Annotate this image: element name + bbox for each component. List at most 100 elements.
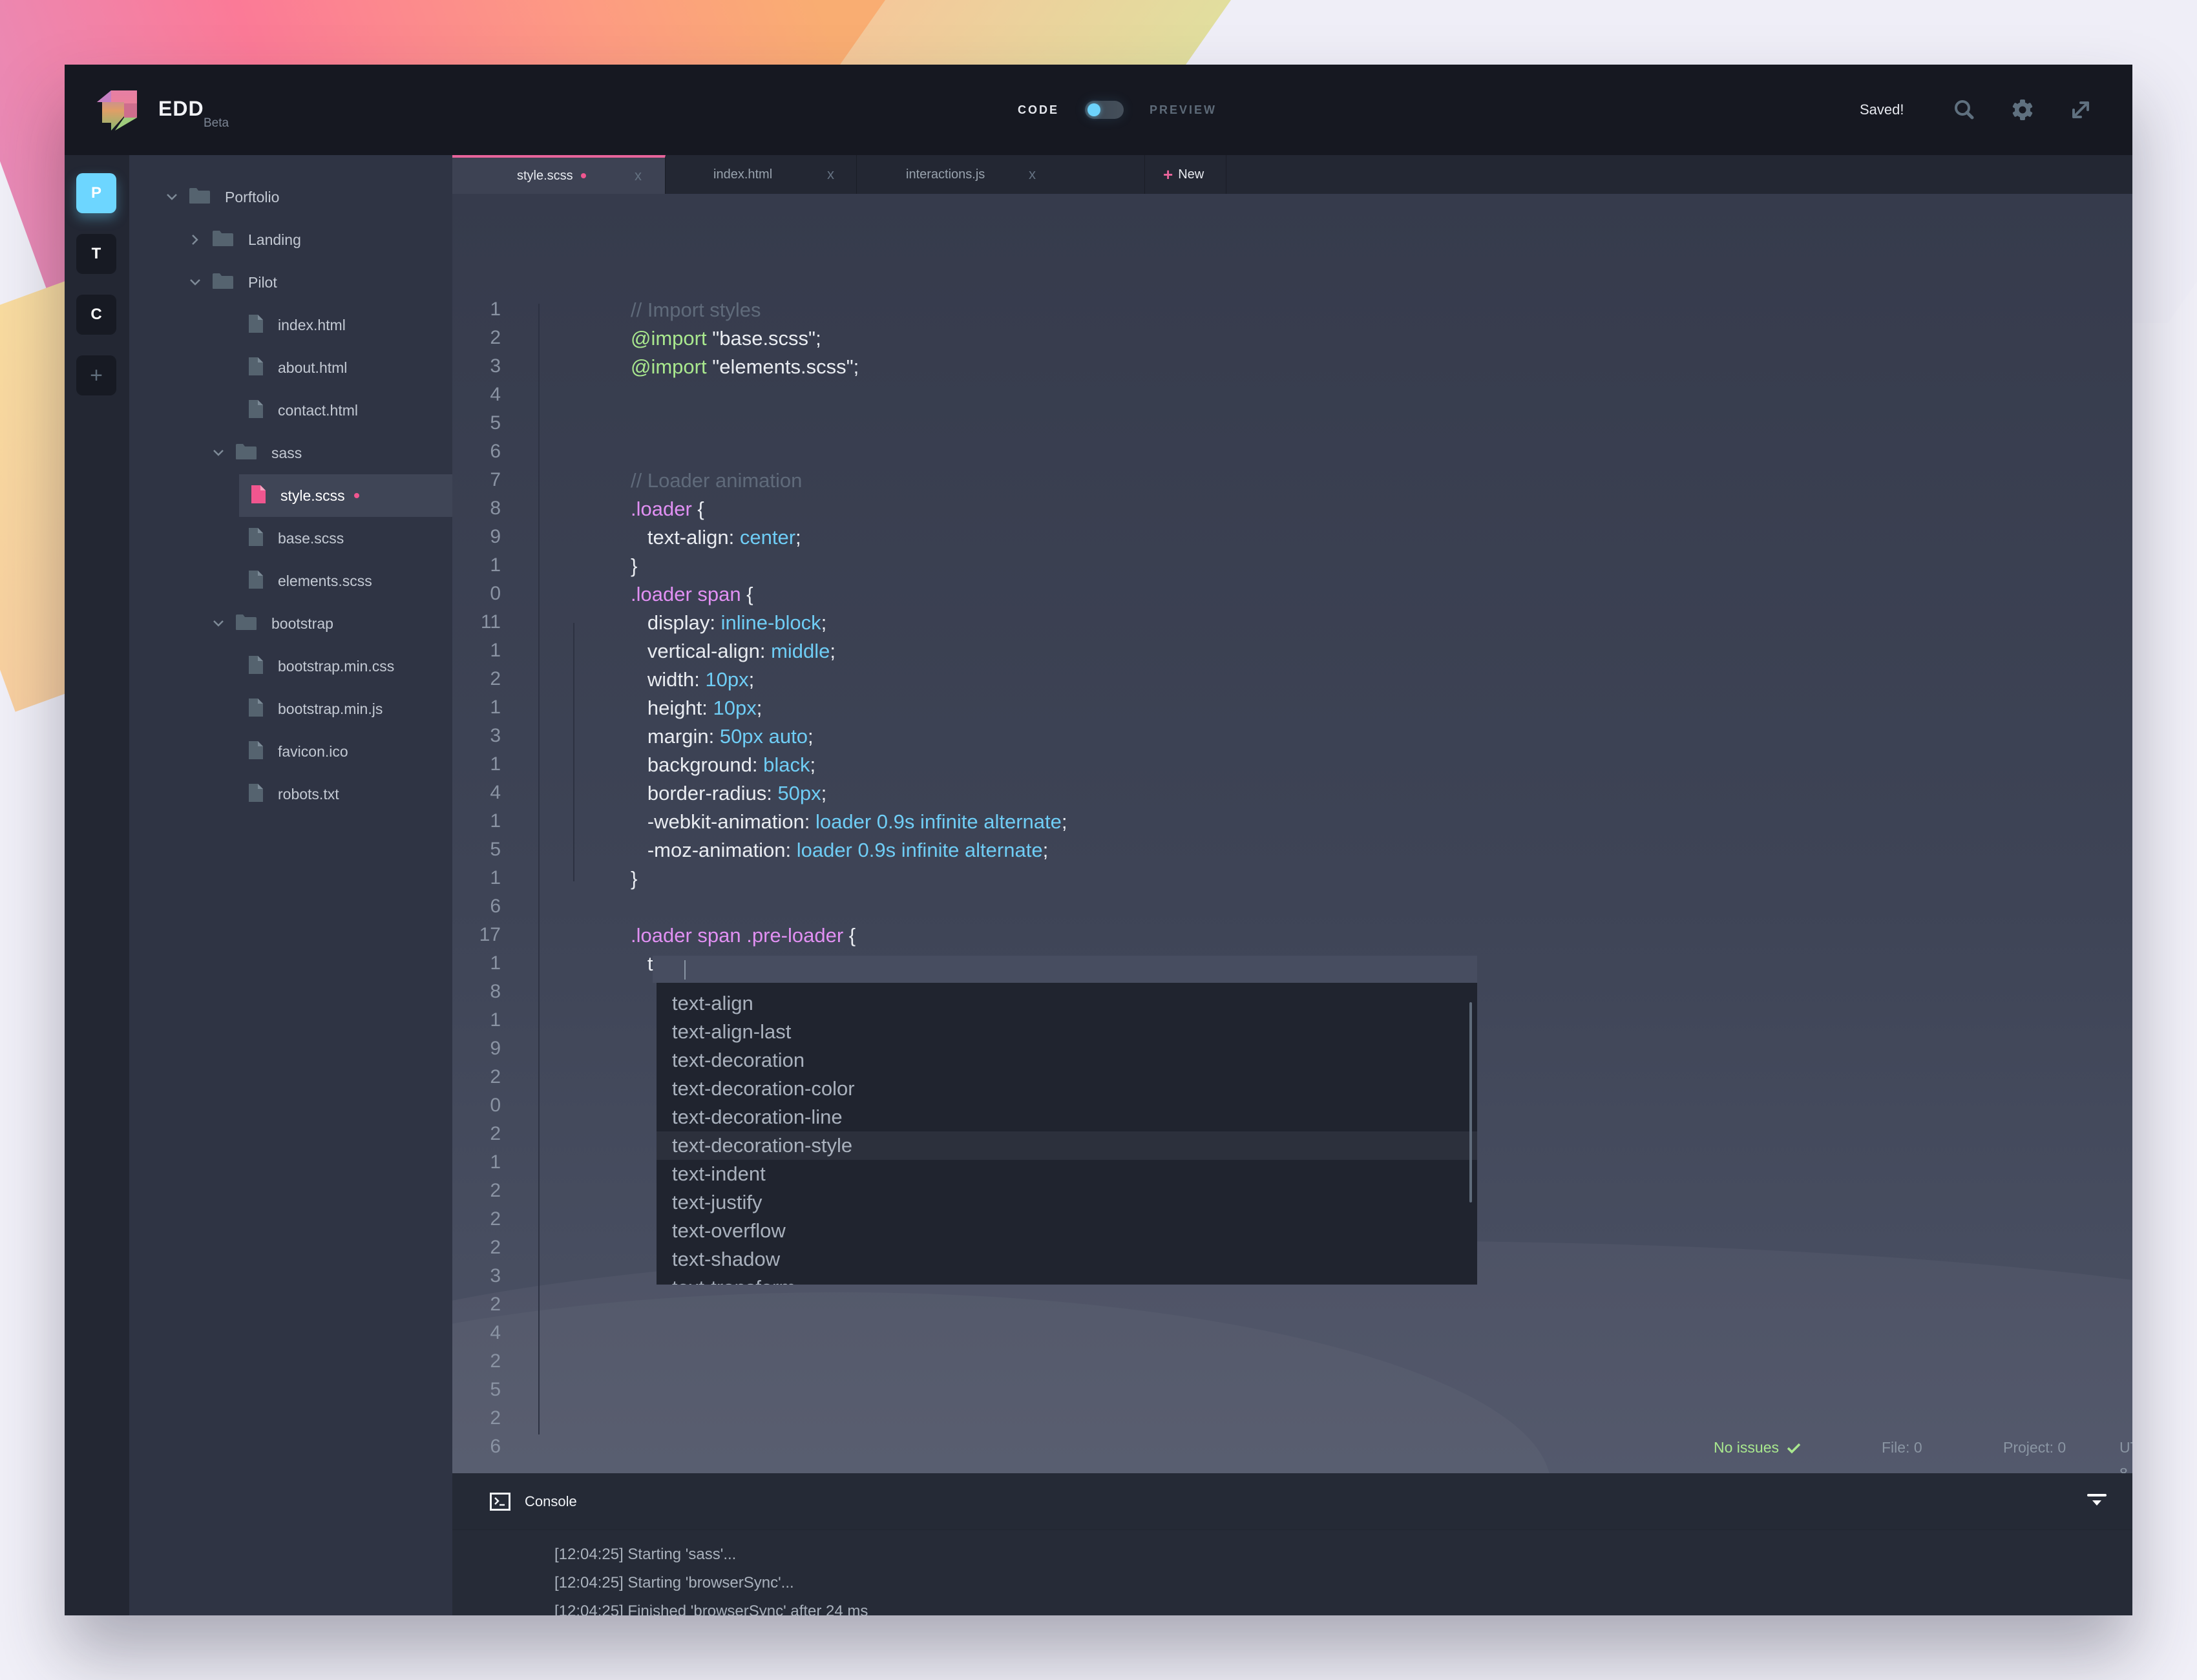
chevron-down-icon[interactable] xyxy=(212,446,225,459)
workspace-c-button[interactable]: C xyxy=(76,295,116,335)
autocomplete-item[interactable]: text-decoration-line xyxy=(657,1103,1477,1131)
code-token-at: @import xyxy=(631,355,707,378)
close-icon[interactable]: x xyxy=(635,167,642,184)
code-line[interactable]: background: black; xyxy=(631,753,815,777)
code-line[interactable]: vertical-align: middle; xyxy=(631,640,836,663)
beta-badge: Beta xyxy=(204,116,229,130)
check-icon xyxy=(1787,1443,1801,1454)
tree-item-elements-scss[interactable]: elements.scss xyxy=(129,560,452,602)
file-count: File: 0 xyxy=(1882,1439,1922,1456)
code-editor[interactable]: // Import styles @import "base.scss"; @imp… xyxy=(452,194,2132,1473)
code-line[interactable]: width: 10px; xyxy=(631,668,754,691)
tree-item-favicon-ico[interactable]: favicon.ico xyxy=(129,730,452,773)
close-icon[interactable]: x xyxy=(827,166,834,183)
code-token-str: t xyxy=(631,952,653,975)
expand-icon[interactable] xyxy=(2068,97,2094,123)
tree-item-robots-txt[interactable]: robots.txt xyxy=(129,773,452,815)
line-number: 4 xyxy=(490,384,501,405)
code-line[interactable]: -webkit-animation: loader 0.9s infinite … xyxy=(631,810,1067,834)
close-icon[interactable]: x xyxy=(1029,166,1036,183)
chevron-down-icon[interactable] xyxy=(212,617,225,630)
tree-item-label: about.html xyxy=(278,359,348,376)
tree-item-label: Landing xyxy=(248,231,301,248)
tree-item-porftolio[interactable]: Porftolio xyxy=(129,176,452,218)
code-line[interactable]: // Loader animation xyxy=(631,469,802,492)
line-number: 6 xyxy=(490,1436,501,1457)
add-workspace-button[interactable]: + xyxy=(76,355,116,395)
code-line[interactable]: .loader span .pre-loader { xyxy=(631,924,856,947)
mode-switch[interactable] xyxy=(1085,101,1124,119)
workspace-p-button[interactable]: P xyxy=(76,173,116,213)
tree-item-bootstrap-min-css[interactable]: bootstrap.min.css xyxy=(129,645,452,688)
code-line[interactable]: } xyxy=(631,867,637,890)
tree-item-bootstrap-min-js[interactable]: bootstrap.min.js xyxy=(129,688,452,730)
line-number: 1 xyxy=(490,753,501,775)
code-line[interactable]: .loader { xyxy=(631,498,704,521)
autocomplete-item[interactable]: text-decoration-color xyxy=(657,1075,1477,1103)
code-token-str: vertical-align: xyxy=(631,640,772,662)
tree-item-base-scss[interactable]: base.scss xyxy=(129,517,452,560)
code-line[interactable]: .loader span { xyxy=(631,583,753,606)
tree-item-contact-html[interactable]: contact.html xyxy=(129,389,452,432)
workspace-t-button[interactable]: T xyxy=(76,234,116,274)
tree-item-pilot[interactable]: Pilot xyxy=(129,261,452,304)
code-token-str: height: xyxy=(631,697,713,719)
folder-icon xyxy=(235,614,257,634)
code-token-sel: .loader xyxy=(631,498,692,520)
autocomplete-item[interactable]: text-decoration xyxy=(657,1046,1477,1075)
code-line[interactable]: display: inline-block; xyxy=(631,611,826,635)
gear-icon[interactable] xyxy=(2010,97,2035,123)
mode-code-label[interactable]: CODE xyxy=(1018,103,1059,117)
code-line[interactable]: // Import styles xyxy=(631,299,761,322)
tree-item-about-html[interactable]: about.html xyxy=(129,346,452,389)
autocomplete-item[interactable]: text-overflow xyxy=(657,1217,1477,1245)
file-icon xyxy=(248,357,264,379)
search-icon[interactable] xyxy=(1951,97,1977,123)
code-line[interactable]: margin: 50px auto; xyxy=(631,725,814,748)
line-number: 9 xyxy=(490,1038,501,1059)
autocomplete-item[interactable]: text-justify xyxy=(657,1188,1477,1217)
tree-item-label: index.html xyxy=(278,316,346,333)
file-icon xyxy=(251,485,266,507)
new-tab-button[interactable]: + New xyxy=(1145,155,1226,194)
line-number: 17 xyxy=(479,924,501,945)
mode-preview-label[interactable]: PREVIEW xyxy=(1150,103,1217,117)
folder-icon xyxy=(212,273,234,293)
console-line: [12:04:25] Finished 'browserSync' after … xyxy=(554,1602,868,1615)
line-number: 1 xyxy=(490,867,501,888)
code-line[interactable]: text-align: center; xyxy=(631,526,801,549)
tree-item-style-scss[interactable]: style.scss xyxy=(239,474,452,517)
code-line[interactable]: t xyxy=(631,952,653,976)
code-line[interactable]: border-radius: 50px; xyxy=(631,782,826,805)
autocomplete-item[interactable]: text-transform xyxy=(657,1274,1477,1285)
autocomplete-item[interactable]: text-decoration-style xyxy=(657,1131,1477,1160)
tab-interactions-js[interactable]: interactions.js x xyxy=(857,155,1145,194)
tab-label: style.scss xyxy=(517,168,573,183)
chevron-down-icon[interactable] xyxy=(189,276,202,289)
tree-item-sass[interactable]: sass xyxy=(129,432,452,474)
tab-style-scss[interactable]: style.scss x xyxy=(452,155,666,194)
autocomplete-item[interactable]: text-shadow xyxy=(657,1245,1477,1274)
autocomplete-item[interactable]: text-align-last xyxy=(657,1018,1477,1046)
encoding[interactable]: UTF-8 xyxy=(2119,1434,2132,1473)
code-line[interactable]: @import "base.scss"; xyxy=(631,327,821,350)
code-token-comment: // Import styles xyxy=(631,299,761,321)
autocomplete-item[interactable]: text-align xyxy=(657,989,1477,1018)
code-line[interactable]: } xyxy=(631,554,637,578)
chevron-down-icon[interactable] xyxy=(165,191,178,204)
tree-item-landing[interactable]: Landing xyxy=(129,218,452,261)
line-number: 1 xyxy=(490,299,501,320)
autocomplete-scrollbar[interactable] xyxy=(1469,1002,1472,1202)
switch-knob xyxy=(1088,103,1101,116)
tree-item-bootstrap[interactable]: bootstrap xyxy=(129,602,452,645)
autocomplete-item[interactable]: text-indent xyxy=(657,1160,1477,1188)
code-line[interactable]: -moz-animation: loader 0.9s infinite alt… xyxy=(631,839,1048,862)
chevron-right-icon[interactable] xyxy=(189,233,202,246)
tab-index-html[interactable]: index.html x xyxy=(666,155,857,194)
code-line[interactable]: height: 10px; xyxy=(631,697,762,720)
code-token-str: text-align: xyxy=(631,526,740,549)
tree-item-index-html[interactable]: index.html xyxy=(129,304,452,346)
collapse-console-icon[interactable] xyxy=(2087,1493,2107,1509)
code-preview-toggle[interactable]: CODE PREVIEW xyxy=(1018,97,1217,123)
code-line[interactable]: @import "elements.scss"; xyxy=(631,355,859,379)
